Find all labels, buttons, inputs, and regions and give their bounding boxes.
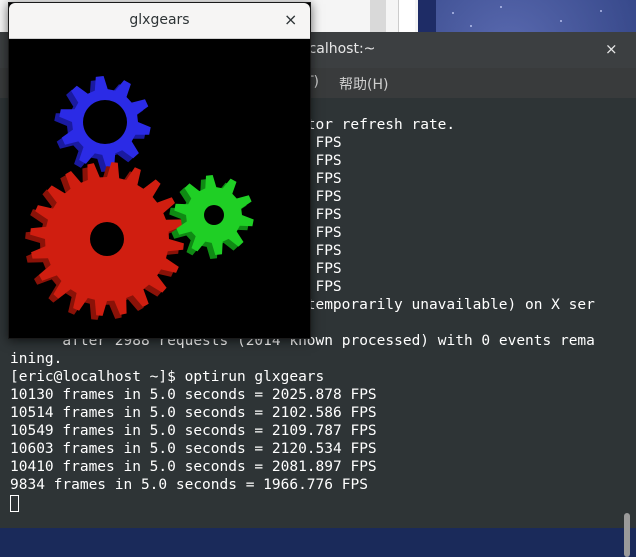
terminal-scrollbar-thumb[interactable] [624,513,630,557]
terminal-line: 10549 frames in 5.0 seconds = 2109.787 F… [10,423,377,439]
terminal-line: temporarily unavailable) on X ser [298,297,595,313]
terminal-close-icon[interactable]: × [605,40,618,58]
red-gear-hole [90,222,124,256]
glxgears-titlebar[interactable]: glxgears × [9,3,310,39]
terminal-line: ining. [10,351,63,367]
glxgears-title: glxgears [129,12,190,28]
terminal-line: itor refresh rate. [298,117,456,133]
terminal-line: 10410 frames in 5.0 seconds = 2081.897 F… [10,459,377,475]
red-gear [25,162,184,320]
blue-gear-hole [83,100,127,144]
menu-item-help[interactable]: 帮助(H) [339,74,388,94]
terminal-line: 10603 frames in 5.0 seconds = 2120.534 F… [10,441,377,457]
blue-gear [54,76,151,172]
terminal-title: ocalhost:~ [300,41,376,57]
terminal-cursor [10,495,19,512]
glxgears-canvas [9,39,310,338]
glxgears-window[interactable]: glxgears × [8,2,311,339]
gears-render [25,76,254,320]
green-gear-hole [204,205,224,225]
terminal-line: 10514 frames in 5.0 seconds = 2102.586 F… [10,405,377,421]
terminal-line: 9834 frames in 5.0 seconds = 1966.776 FP… [10,477,368,493]
terminal-line: 10130 frames in 5.0 seconds = 2025.878 F… [10,387,377,403]
glxgears-close-icon[interactable]: × [284,10,297,29]
terminal-scrollbar[interactable] [620,98,636,557]
terminal-line: [eric@localhost ~]$ optirun glxgears [10,369,325,385]
